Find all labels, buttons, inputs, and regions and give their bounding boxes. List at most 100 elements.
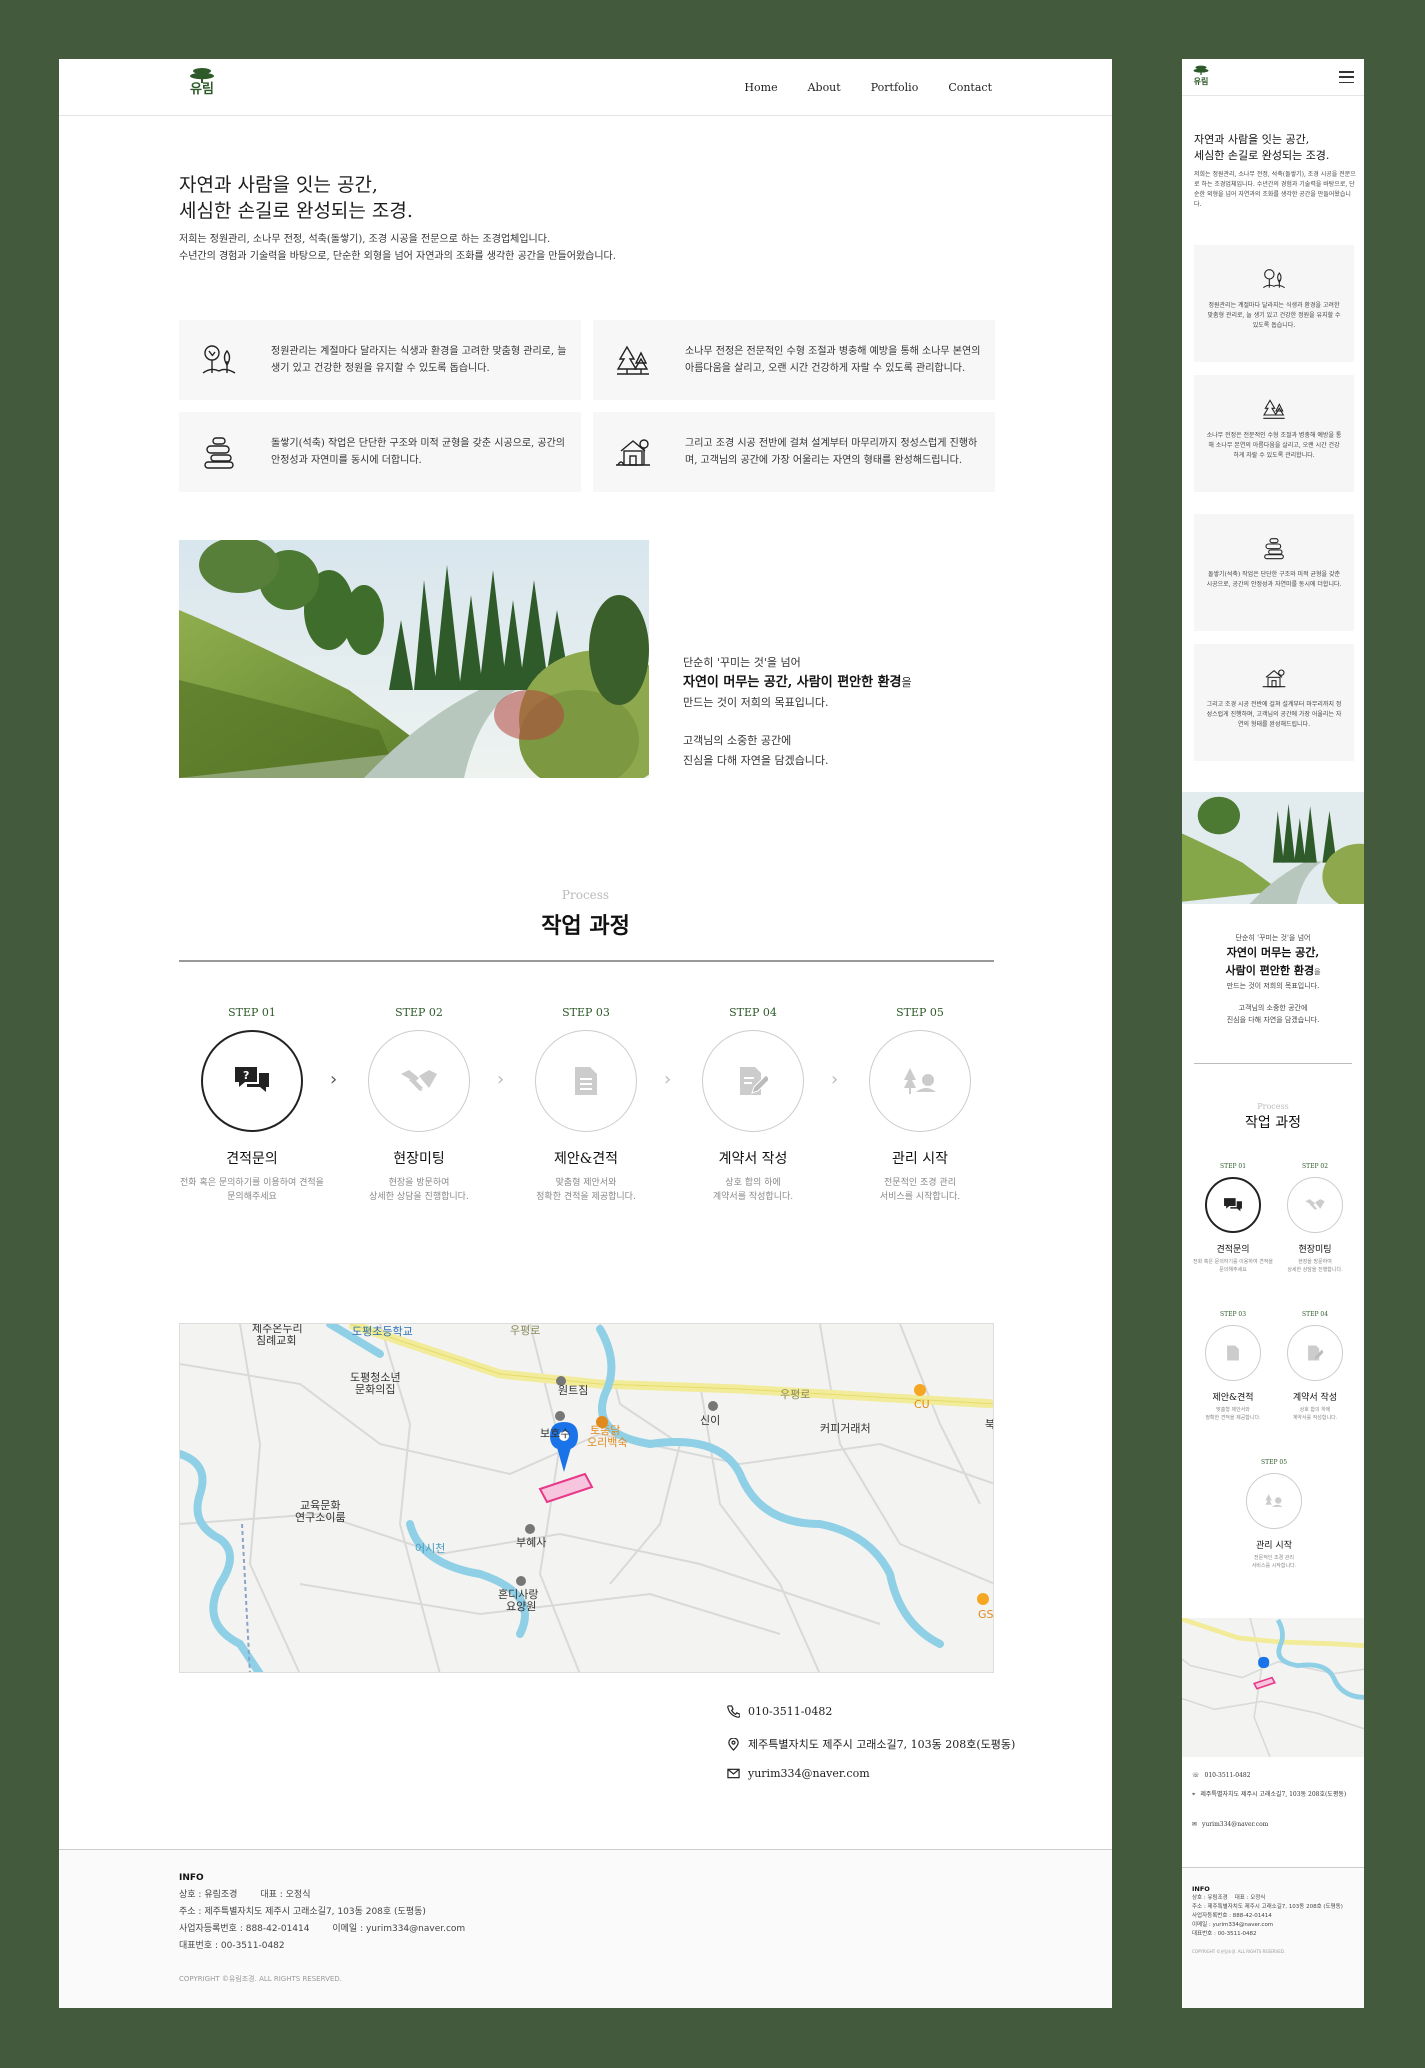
step-label: STEP 02 xyxy=(1301,1163,1329,1170)
service-text-construction: 그리고 조경 시공 전반에 걸쳐 설계부터 마무리까지 정성스럽게 진행하며, … xyxy=(685,438,978,466)
document-icon xyxy=(535,1030,637,1132)
footer-company: 상호 : 유림조경 xyxy=(1192,1895,1228,1901)
step-label: STEP 03 xyxy=(562,1006,610,1019)
process-title: 작업 과정 xyxy=(541,913,630,939)
mobile-contact-email[interactable]: ✉ yurim334@naver.com xyxy=(1192,1820,1357,1829)
mobile-brand-logo[interactable]: 유림 xyxy=(1192,65,1210,86)
contact-email[interactable]: yurim334@naver.com xyxy=(727,1767,870,1780)
step-name: 견적문의 xyxy=(226,1151,278,1167)
desktop-mockup: 유림 Home About Portfolio Contact 자연과 사람을 … xyxy=(59,59,1112,2008)
mail-icon xyxy=(727,1768,740,1779)
step-name: 계약서 작성 xyxy=(718,1151,788,1167)
mobile-quote-line1: 단순히 '꾸미는 것'을 넘어 xyxy=(1235,934,1311,942)
nav-portfolio-link[interactable]: Portfolio xyxy=(871,81,919,94)
step-name: 현장미팅 xyxy=(1298,1245,1332,1255)
footer-copyright: COPYRIGHT ©유림조경. ALL RIGHTS RESERVED. xyxy=(1192,1949,1286,1954)
footer-biz-no: 사업자등록번호 : 888-42-01414 xyxy=(179,1924,310,1934)
contact-email-text: yurim334@naver.com xyxy=(748,1767,870,1780)
mobile-service-card-garden: 정원관리는 계절마다 달라지는 식생과 환경을 고려한 맞춤형 관리로, 늘 생… xyxy=(1194,245,1354,362)
service-text-stone: 돌쌓기(석축) 작업은 단단한 구조와 미적 균형을 갖춘 시공으로, 공간의 … xyxy=(271,438,566,466)
phone-icon: ☏ xyxy=(1192,1772,1200,1779)
mobile-contact-phone[interactable]: ☏ 010-3511-0482 xyxy=(1192,1771,1357,1780)
hamburger-menu-icon[interactable] xyxy=(1339,71,1354,83)
mobile-contact-address: ⌖ 제주특별자치도 제주시 고래소길7, 103동 208호(도평동) xyxy=(1192,1790,1357,1799)
mobile-phone-text: 010-3511-0482 xyxy=(1204,1772,1251,1779)
pine-logo-icon xyxy=(190,68,214,83)
garden-tree-icon xyxy=(179,343,249,377)
hero-intro-line2: 수년간의 경험과 기술력을 바탕으로, 단순한 외형을 넘어 자연과의 조화를 … xyxy=(179,251,616,262)
mail-icon: ✉ xyxy=(1192,1821,1198,1828)
mobile-service-text: 소나무 전정은 전문적인 수형 조절과 병충해 예방을 통해 소나무 본연의 아… xyxy=(1206,432,1342,459)
step-desc: 상호 합의 하에 계약서를 작성합니다. xyxy=(712,1178,794,1202)
hero-intro: 저희는 정원관리, 소나무 전정, 석축(돌쌓기), 조경 시공을 전문으로 하… xyxy=(179,231,616,265)
mobile-quote-tail: 을 xyxy=(1314,968,1321,976)
mobile-quote-emphasis1: 자연이 머무는 공간, xyxy=(1226,946,1320,959)
document-icon xyxy=(1205,1325,1261,1381)
brand-logo[interactable]: 유림 xyxy=(187,67,217,97)
footer-tel: 대표번호 : 00-3511-0482 xyxy=(179,1941,285,1951)
step-desc: 현장을 방문하여 상세한 상담을 진행합니다. xyxy=(369,1178,469,1202)
mobile-hero-title: 자연과 사람을 잇는 공간, 세심한 손길로 완성되는 조경. xyxy=(1194,132,1329,164)
nav-about-link[interactable]: About xyxy=(808,81,841,94)
mobile-hero-intro: 저희는 정원관리, 소나무 전정, 석축(돌쌓기), 조경 시공을 전문으로 하… xyxy=(1194,171,1356,208)
footer-company: 상호 : 유림조경 xyxy=(179,1890,238,1900)
mobile-quote-emphasis2: 사람이 편안한 환경 xyxy=(1225,964,1315,977)
service-card-garden: 정원관리는 계절마다 달라지는 식생과 환경을 고려한 맞춤형 관리로, 늘 생… xyxy=(179,320,581,400)
contact-phone-text: 010-3511-0482 xyxy=(748,1705,833,1718)
hero-title-line2: 세심한 손길로 완성되는 조경. xyxy=(179,200,413,222)
footer-copyright: COPYRIGHT ©유림조경. ALL RIGHTS RESERVED. xyxy=(179,1975,342,1983)
pine-tree-icon xyxy=(1194,397,1354,421)
hero-intro-line1: 저희는 정원관리, 소나무 전정, 석축(돌쌓기), 조경 시공을 전문으로 하… xyxy=(179,234,551,245)
quote-emphasis-tail: 을 xyxy=(901,676,912,689)
mobile-email-text: yurim334@naver.com xyxy=(1202,1821,1269,1828)
pine-tree-icon xyxy=(593,343,663,377)
map-label: 신이 xyxy=(700,1414,720,1427)
service-card-stone: 돌쌓기(석축) 작업은 단단한 구조와 미적 균형을 갖춘 시공으로, 공간의 … xyxy=(179,412,581,492)
mobile-quote-line5: 진심을 다해 자연을 담겠습니다. xyxy=(1226,1016,1320,1024)
step-label: STEP 04 xyxy=(729,1006,777,1019)
footer-biz-no: 사업자등록번호 : 888-42-01414 xyxy=(1192,1913,1272,1919)
mobile-location-map[interactable] xyxy=(1182,1618,1364,1757)
mobile-nav: 유림 xyxy=(1182,59,1364,96)
footer-ceo: 대표 : 오정식 xyxy=(1234,1895,1266,1901)
step-desc: 전문적인 조경 관리 서비스를 시작합니다. xyxy=(1251,1555,1297,1569)
mobile-title-line1: 자연과 사람을 잇는 공간, xyxy=(1194,133,1310,146)
map-label: 커피거래처 xyxy=(820,1422,871,1435)
footer-address: 주소 : 제주특별자치도 제주시 고래소길7, 103동 208호 (도평동) xyxy=(1192,1904,1343,1910)
nav-home-link[interactable]: Home xyxy=(744,81,777,94)
mobile-quote-line4: 고객님의 소중한 공간에 xyxy=(1238,1004,1308,1012)
svg-text:?: ? xyxy=(243,1069,249,1082)
mobile-garden-photo xyxy=(1182,792,1364,904)
garden-photo xyxy=(179,540,649,778)
nav-contact-link[interactable]: Contact xyxy=(948,81,992,94)
map-label: 도평초등학교 xyxy=(352,1325,413,1338)
footer-email[interactable]: 이메일 : yurim334@naver.com xyxy=(332,1924,465,1934)
chat-question-icon xyxy=(1205,1177,1261,1233)
house-icon xyxy=(593,435,663,469)
mobile-service-card-stone: 돌쌓기(석축) 작업은 단단한 구조와 미적 균형을 갖춘 시공으로, 공간의 … xyxy=(1194,514,1354,631)
service-card-pine: 소나무 전정은 전문적인 수형 조절과 병충해 예방을 통해 소나무 본연의 아… xyxy=(593,320,995,400)
map-label: 연구소이룸 xyxy=(295,1511,346,1524)
process-divider xyxy=(179,960,994,962)
step-name: 제안&견적 xyxy=(554,1151,618,1167)
quote-emphasis: 자연이 머무는 공간, 사람이 편안한 환경 xyxy=(683,675,902,690)
step-name: 계약서 작성 xyxy=(1292,1393,1338,1403)
phone-icon xyxy=(727,1705,740,1718)
service-text-garden: 정원관리는 계절마다 달라지는 식생과 환경을 고려한 맞춤형 관리로, 늘 생… xyxy=(271,346,567,374)
footer-email[interactable]: 이메일 : yurim334@naver.com xyxy=(1192,1921,1357,1930)
location-pin-icon: ⌖ xyxy=(1192,1791,1196,1798)
step-label: STEP 05 xyxy=(1260,1459,1288,1466)
footer-address: 주소 : 제주특별자치도 제주시 고래소길7, 103동 208호 (도평동) xyxy=(179,1907,426,1917)
location-map[interactable]: 제주온누리 침례교회 도평초등학교 도평청소년 문화의집 원트짐 보호수 토종닭… xyxy=(179,1323,994,1673)
step-label: STEP 01 xyxy=(228,1006,276,1019)
contact-phone[interactable]: 010-3511-0482 xyxy=(727,1705,832,1718)
mobile-process-step-5: STEP 05 관리 시작 전문적인 조경 관리 서비스를 시작합니다. xyxy=(1234,1459,1314,1570)
step-name: 견적문의 xyxy=(1216,1245,1250,1255)
stone-stack-icon xyxy=(1194,536,1354,560)
top-nav: 유림 Home About Portfolio Contact xyxy=(59,59,1112,116)
map-label: 요양원 xyxy=(506,1600,536,1613)
contract-icon xyxy=(702,1030,804,1132)
process-step-2: STEP 02 현장미팅 현장을 방문하여 상세한 상담을 진행합니다. xyxy=(335,1006,503,1204)
garden-tree-icon xyxy=(1194,267,1354,291)
quote-line4: 고객님의 소중한 공간에 xyxy=(683,734,792,747)
